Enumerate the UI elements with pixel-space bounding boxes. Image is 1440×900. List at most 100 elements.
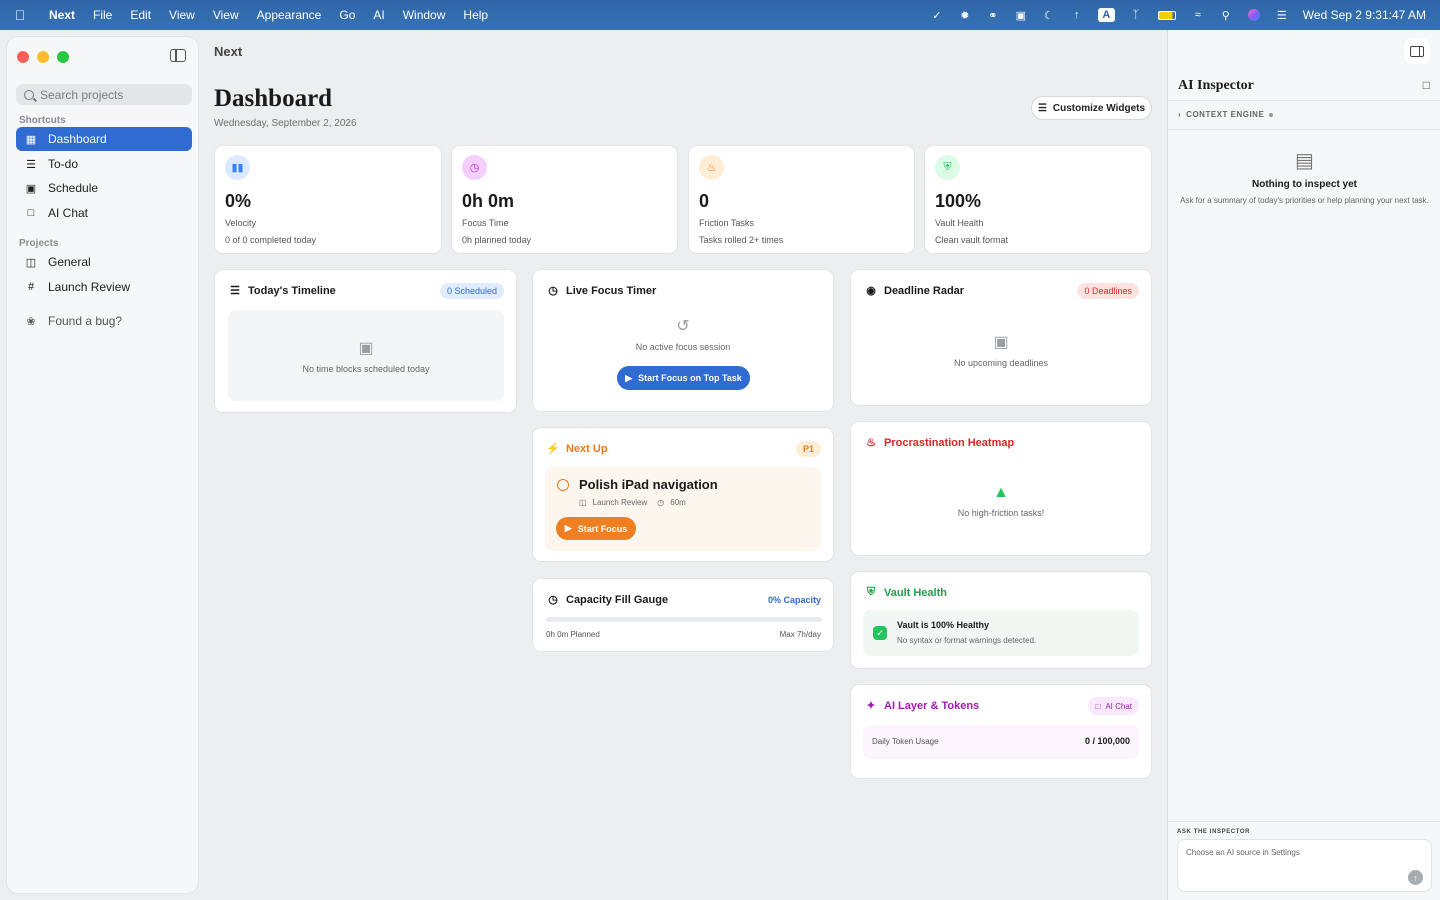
context-engine-toggle[interactable]: › CONTEXT ENGINE: [1178, 110, 1274, 119]
zoom-button[interactable]: [57, 51, 69, 63]
menu-view[interactable]: View: [160, 8, 204, 22]
calendar-check-icon: ▣: [993, 334, 1009, 351]
task-meta: ◫ Launch Review ◷ 60m: [579, 498, 686, 507]
send-arrow-icon[interactable]: ↑: [1408, 870, 1423, 885]
menu-app[interactable]: Next: [40, 8, 84, 22]
grid-icon: ▦: [25, 133, 37, 146]
battery-icon[interactable]: [1157, 8, 1177, 22]
stat-card-focus-time: ◷ 0h 0m Focus Time 0h planned today: [451, 145, 678, 254]
bolt-icon: ⚡: [546, 443, 560, 455]
inspector-divider: [1168, 821, 1440, 822]
sidebar-item-general[interactable]: ◫ General: [16, 250, 192, 274]
link-icon[interactable]: ⚭: [986, 8, 1000, 22]
ai-layer-widget: ✦ AI Layer & Tokens □ AI Chat Daily Toke…: [850, 684, 1152, 779]
customize-widgets-label: Customize Widgets: [1052, 102, 1146, 114]
menu-file[interactable]: File: [84, 8, 121, 22]
deadlines-badge: 0 Deadlines: [1077, 283, 1139, 299]
token-usage-box: Daily Token Usage 0 / 100,000: [863, 725, 1139, 759]
chat-bubbles-icon[interactable]: □: [1423, 78, 1430, 92]
capacity-planned: 0h 0m Planned: [546, 630, 600, 639]
sidebar-item-ai-chat[interactable]: □ AI Chat: [16, 201, 192, 225]
close-button[interactable]: [17, 51, 29, 63]
calendar-clock-icon: ▣: [358, 340, 374, 357]
sidebar-item-launch-review[interactable]: # Launch Review: [16, 275, 192, 299]
start-focus-button[interactable]: ▶ Start Focus: [556, 517, 636, 540]
history-icon: ↺: [676, 318, 690, 335]
ask-inspector-input[interactable]: [1186, 848, 1406, 878]
scheduled-badge: 0 Scheduled: [439, 283, 504, 299]
vault-title: ⛨ Vault Health: [864, 586, 947, 599]
flame-icon: ♨: [699, 155, 724, 180]
stat-sub: 0h planned today: [462, 235, 532, 245]
wifi-icon[interactable]: ≈: [1191, 8, 1205, 22]
ai-layer-title: ✦ AI Layer & Tokens: [864, 699, 979, 713]
sidebar-item-label: Launch Review: [48, 280, 131, 294]
next-up-task-card[interactable]: Polish iPad navigation ◫ Launch Review ◷…: [545, 467, 821, 551]
token-usage-label: Daily Token Usage: [872, 737, 939, 746]
vault-status-box: ✓ Vault is 100% Healthy No syntax or for…: [863, 610, 1139, 656]
menu-edit[interactable]: Edit: [121, 8, 160, 22]
task-checkbox[interactable]: [557, 479, 569, 491]
sidebar-toggle-icon[interactable]: [170, 49, 186, 62]
sidebar-item-todo[interactable]: ☰ To-do: [16, 152, 192, 176]
window-title: Next: [214, 44, 243, 59]
keyboard-a-icon[interactable]: A: [1097, 8, 1115, 22]
menu-view-2[interactable]: View: [204, 8, 248, 22]
airdrop-icon[interactable]: ↑: [1070, 8, 1084, 22]
search-input[interactable]: [40, 87, 180, 102]
sidebar-item-label: AI Chat: [48, 206, 89, 220]
start-focus-top-task-button[interactable]: ▶ Start Focus on Top Task: [617, 366, 750, 390]
search-field[interactable]: [16, 84, 192, 105]
chevron-right-icon: ›: [1178, 110, 1182, 119]
list-icon: ☰: [230, 285, 240, 297]
siri-icon[interactable]: [1247, 8, 1261, 22]
stat-label: Velocity: [225, 218, 257, 228]
menu-clock[interactable]: Wed Sep 2 9:31:47 AM: [1303, 8, 1426, 22]
stat-card-velocity: ▮▮ 0% Velocity 0 of 0 completed today: [214, 145, 442, 254]
menu-appearance[interactable]: Appearance: [248, 8, 331, 22]
check-shield-icon: ✓: [873, 626, 887, 640]
menu-help[interactable]: Help: [454, 8, 497, 22]
timer-icon: ◷: [548, 285, 558, 297]
minimize-button[interactable]: [37, 51, 49, 63]
control-center-icon[interactable]: ☰: [1275, 8, 1289, 22]
capacity-max: Max 7h/day: [779, 630, 821, 639]
menu-go[interactable]: Go: [330, 8, 364, 22]
panel-right-icon: [1410, 45, 1424, 57]
shortcuts-label: Shortcuts: [19, 115, 66, 126]
inspector-toggle-button[interactable]: [1404, 38, 1430, 64]
calendar-icon: ▣: [25, 182, 37, 195]
ai-inspector-panel: AI Inspector □ › CONTEXT ENGINE ▤ Nothin…: [1167, 30, 1440, 900]
task-title: Polish iPad navigation: [579, 477, 718, 492]
menu-window[interactable]: Window: [394, 8, 455, 22]
apple-icon[interactable]: : [0, 7, 40, 23]
menu-ai[interactable]: AI: [364, 8, 393, 22]
token-usage-value: 0 / 100,000: [1084, 736, 1130, 746]
check-circle-icon[interactable]: ✓: [930, 8, 944, 22]
card-icon[interactable]: ▣: [1014, 8, 1028, 22]
stat-value: 0: [699, 191, 710, 211]
spotlight-icon[interactable]: ⚲: [1219, 8, 1233, 22]
customize-widgets-button[interactable]: ☰ Customize Widgets: [1031, 96, 1152, 120]
moon-icon[interactable]: ☾: [1042, 8, 1056, 22]
bar-chart-icon: ▮▮: [225, 155, 250, 180]
openai-icon[interactable]: ✹: [958, 8, 972, 22]
capacity-bar-track: [546, 617, 822, 622]
stat-card-vault-health: ⛨ 100% Vault Health Clean vault format: [924, 145, 1152, 254]
inspector-divider: [1168, 129, 1440, 130]
ai-chat-badge-button[interactable]: □ AI Chat: [1088, 697, 1139, 715]
stat-label: Friction Tasks: [699, 218, 754, 228]
focus-empty: ↺ No active focus session: [533, 316, 833, 352]
inspector-title: AI Inspector: [1178, 78, 1254, 93]
found-a-bug-link[interactable]: ❀ Found a bug?: [16, 309, 192, 333]
sidebar-item-schedule[interactable]: ▣ Schedule: [16, 176, 192, 200]
timeline-empty-area: ▣ No time blocks scheduled today: [228, 310, 504, 401]
stat-sub: Clean vault format: [935, 235, 1009, 245]
sidebar-item-label: General: [48, 255, 91, 269]
bluetooth-icon[interactable]: ᛉ: [1129, 8, 1143, 22]
start-focus-label: Start Focus: [577, 523, 628, 534]
gauge-icon: ◷: [548, 594, 558, 606]
timeline-empty: ▣ No time blocks scheduled today: [228, 338, 504, 374]
vault-sub: No syntax or format warnings detected.: [897, 636, 1037, 645]
sidebar-item-dashboard[interactable]: ▦ Dashboard: [16, 127, 192, 151]
